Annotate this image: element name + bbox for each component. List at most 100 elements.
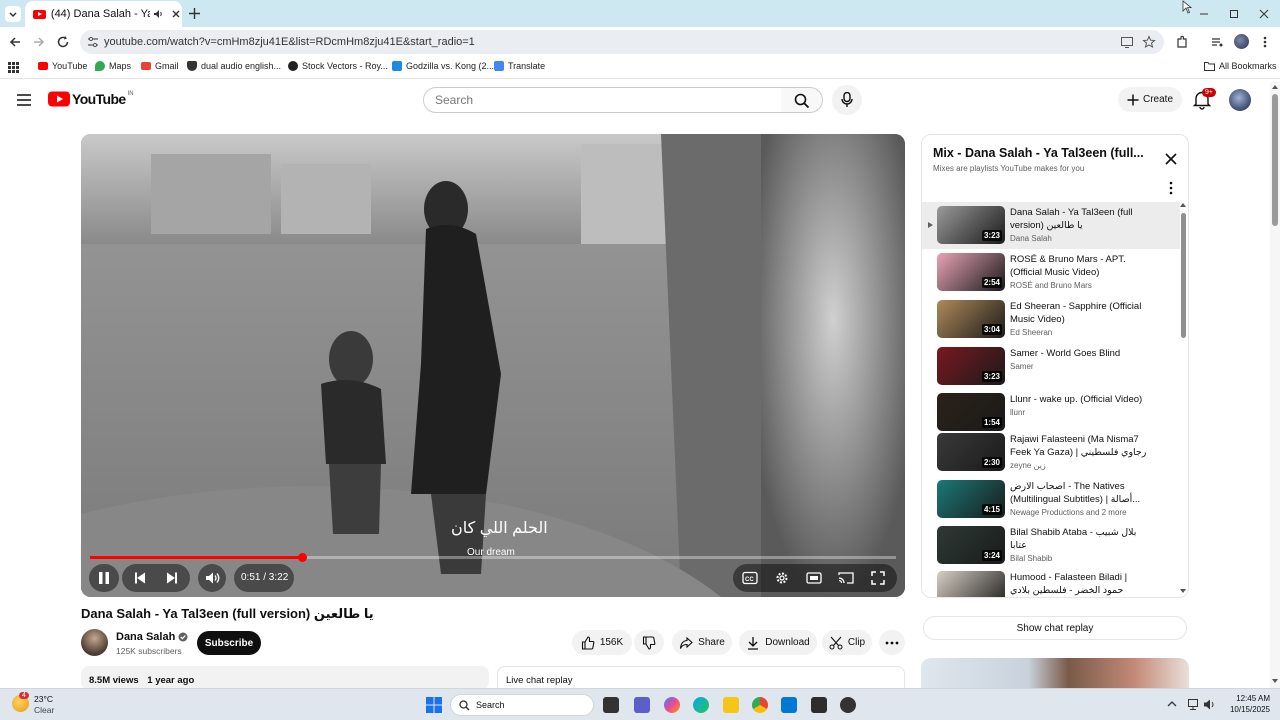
ad-thumbnail[interactable]: [921, 658, 1189, 688]
subscribe-button[interactable]: Subscribe: [197, 631, 261, 655]
voice-search-button[interactable]: [832, 85, 862, 115]
reload-icon[interactable]: [56, 35, 70, 49]
windows-start-icon[interactable]: [426, 697, 442, 713]
new-tab-icon[interactable]: [188, 7, 201, 20]
channel-name[interactable]: Dana Salah: [116, 631, 188, 643]
network-icon[interactable]: [1187, 698, 1199, 711]
task-view-icon[interactable]: [603, 697, 619, 713]
address-bar[interactable]: youtube.com/watch?v=cmHm8zju41E&list=RDc…: [80, 30, 1164, 54]
playlist-item[interactable]: 1:54 Llunr - wake up. (Official Video) llu…: [922, 389, 1180, 434]
description-box[interactable]: 8.5M views 1 year ago: [81, 666, 489, 690]
apps-grid-icon[interactable]: [8, 62, 19, 73]
forward-icon[interactable]: [32, 35, 46, 49]
volume-tray-icon[interactable]: [1203, 698, 1217, 711]
star-icon[interactable]: [1142, 35, 1156, 49]
pause-icon[interactable]: [97, 571, 111, 585]
notifications-button[interactable]: 9+: [1193, 88, 1216, 110]
clock[interactable]: 12:45 AM 10/15/2025: [1226, 693, 1270, 715]
tab-youtube[interactable]: (44) Dana Salah - Ya Tal3e: [25, 1, 182, 27]
page-scroll-down-icon[interactable]: [1271, 678, 1279, 684]
bookmark-dual-audio[interactable]: dual audio english...: [187, 61, 281, 71]
weather-widget[interactable]: 4 23°C Clear: [12, 692, 72, 717]
maximize-icon[interactable]: [1228, 8, 1240, 20]
minimize-icon[interactable]: [1198, 8, 1210, 20]
close-tab-icon[interactable]: [170, 8, 182, 20]
playlist-item[interactable]: 3:23 Dana Salah - Ya Tal3een (full versio…: [922, 202, 1180, 249]
show-chat-replay-button[interactable]: Show chat replay: [923, 616, 1187, 640]
file-explorer-icon[interactable]: [723, 697, 739, 713]
theater-mode-icon[interactable]: [806, 571, 822, 585]
fullscreen-icon[interactable]: [871, 571, 885, 585]
download-button[interactable]: Download: [739, 630, 817, 655]
playlist-item[interactable]: 2:30 Rajawi Falasteeni (Ma Nisma7 Feek Ya…: [922, 429, 1180, 474]
taskbar-search[interactable]: Search: [450, 694, 594, 716]
shield-icon: [187, 61, 197, 71]
site-info-icon[interactable]: [86, 35, 100, 49]
bookmark-godzilla[interactable]: Godzilla vs. Kong (2...: [392, 61, 494, 71]
dislike-button[interactable]: [634, 630, 664, 655]
app-icon[interactable]: [811, 697, 827, 713]
video-player[interactable]: الحلم اللي كان Our dream 0:51 / 3:22 CC: [81, 134, 905, 597]
profile-avatar[interactable]: [1234, 34, 1249, 49]
duration-badge: 3:23: [981, 371, 1002, 382]
more-actions-button[interactable]: [879, 630, 905, 655]
next-icon[interactable]: [165, 571, 179, 585]
playlist-item-channel: llunr: [1010, 408, 1026, 417]
like-button[interactable]: 156K: [572, 630, 632, 655]
account-avatar[interactable]: [1229, 89, 1251, 111]
media-control-icon[interactable]: [1210, 35, 1224, 49]
page-scrollbar-thumb[interactable]: [1272, 94, 1278, 226]
all-bookmarks[interactable]: All Bookmarks: [1204, 61, 1277, 71]
extensions-icon[interactable]: [1175, 35, 1189, 49]
bookmark-translate[interactable]: Translate: [494, 61, 545, 71]
playlist-item-channel: Newage Productions and 2 more: [1010, 508, 1127, 517]
bookmark-maps[interactable]: Maps: [95, 61, 131, 71]
playlist-item[interactable]: 3:23 Samer - World Goes Blind Samer: [922, 343, 1180, 388]
captions-icon[interactable]: CC: [742, 571, 758, 585]
bookmark-gmail[interactable]: Gmail: [141, 61, 179, 71]
tab-search-button[interactable]: [5, 6, 21, 22]
progress-scrubber[interactable]: [297, 553, 307, 562]
duration-badge: 3:23: [981, 230, 1002, 241]
volume-icon[interactable]: [205, 571, 221, 585]
close-playlist-icon[interactable]: [1165, 153, 1177, 165]
playlist-menu-icon[interactable]: [1168, 181, 1174, 195]
speaker-icon[interactable]: [152, 8, 164, 20]
playlist-item[interactable]: 2:54 ROSÉ & Bruno Mars - APT. (Official M…: [922, 249, 1180, 294]
share-button[interactable]: Share: [672, 630, 732, 655]
page-scroll-up-icon[interactable]: [1271, 84, 1279, 90]
scroll-down-icon[interactable]: [1179, 588, 1187, 594]
chrome-icon[interactable]: [752, 697, 768, 713]
store-icon[interactable]: [781, 697, 797, 713]
youtube-logo[interactable]: YouTube IN: [48, 91, 134, 107]
cast-page-icon[interactable]: [1120, 35, 1134, 49]
playlist-item[interactable]: 3:04 Ed Sheeran - Sapphire (Official Musi…: [922, 296, 1180, 341]
settings-gear-icon[interactable]: [775, 571, 789, 585]
copilot-icon[interactable]: [664, 697, 680, 713]
search-button[interactable]: [781, 87, 823, 113]
page-scrollbar[interactable]: [1270, 82, 1280, 688]
bookmark-youtube[interactable]: YouTube: [38, 61, 87, 71]
cast-icon[interactable]: [838, 571, 854, 585]
back-icon[interactable]: [8, 35, 22, 49]
more-menu-icon[interactable]: [1260, 35, 1270, 49]
previous-icon[interactable]: [133, 571, 147, 585]
playlist-item[interactable]: 4:15 اصحاب الارض - The Natives (Multiling…: [922, 476, 1180, 521]
create-button[interactable]: Create: [1118, 87, 1182, 112]
hamburger-menu-icon[interactable]: [16, 92, 32, 108]
channel-avatar[interactable]: [81, 629, 108, 656]
playlist-scrollbar-thumb[interactable]: [1181, 213, 1186, 338]
playlist-item[interactable]: Humood - Falasteen Biladi | حمود الخضر -…: [922, 567, 1180, 597]
playlist-item-channel: zeyne زين: [1010, 461, 1046, 470]
teams-icon[interactable]: [634, 697, 650, 713]
bookmark-stock-vectors[interactable]: Stock Vectors - Roy...: [288, 61, 388, 71]
clip-button[interactable]: Clip: [822, 630, 872, 655]
progress-bar[interactable]: [90, 553, 896, 562]
scroll-up-icon[interactable]: [1179, 202, 1187, 208]
playlist-item[interactable]: 3:24 Bilal Shabib Ataba - بلال شبيب عتابا…: [922, 522, 1180, 567]
tray-chevron-icon[interactable]: [1167, 700, 1177, 708]
search-input[interactable]: Search: [423, 87, 782, 113]
close-window-icon[interactable]: [1258, 8, 1270, 20]
recorder-icon[interactable]: [840, 697, 856, 713]
edge-icon[interactable]: [693, 697, 709, 713]
